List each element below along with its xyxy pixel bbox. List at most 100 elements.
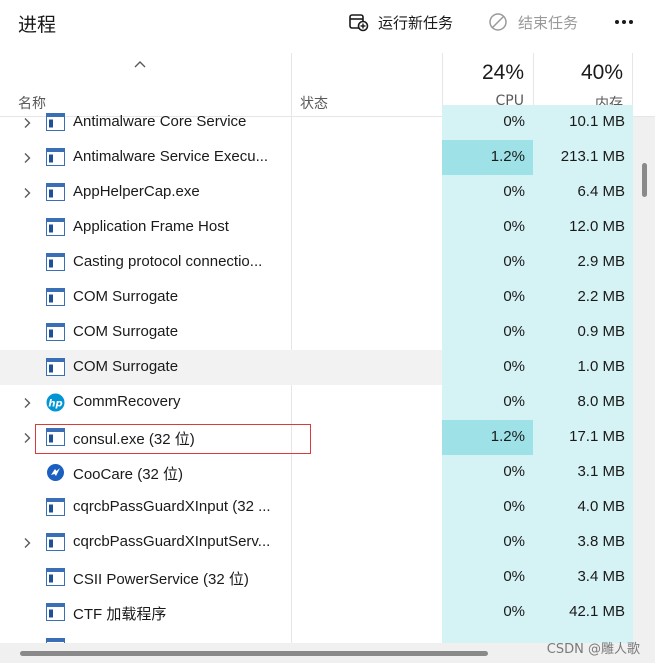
cpu-value: 0% — [503, 568, 525, 585]
cpu-cell — [442, 630, 533, 643]
cpu-cell: 0% — [442, 385, 533, 420]
process-row[interactable]: AppHelperCap.exe 0% 6.4 MB — [0, 175, 633, 210]
cpu-value: 0% — [503, 603, 525, 620]
app-window-icon — [46, 568, 65, 586]
process-row[interactable]: CooCare (32 位) 0% 3.1 MB — [0, 455, 633, 490]
cpu-value: 0% — [503, 323, 525, 340]
cpu-value: 1.2% — [490, 428, 525, 445]
cpu-value: 0% — [503, 183, 525, 200]
process-name: Antimalware Core Service — [73, 113, 247, 130]
memory-value: 2.2 MB — [577, 288, 625, 305]
process-row[interactable]: COM Surrogate 0% 0.9 MB — [0, 315, 633, 350]
cpu-cell: 0% — [442, 455, 533, 490]
app-window-icon — [46, 323, 65, 341]
memory-value: 6.4 MB — [577, 183, 625, 200]
memory-value: 1.0 MB — [577, 358, 625, 375]
process-name: AppHelperCap.exe — [73, 183, 200, 200]
chevron-right-icon[interactable] — [22, 536, 32, 548]
horizontal-scroll-thumb[interactable] — [20, 651, 488, 656]
process-name: COM Surrogate — [73, 323, 179, 340]
memory-cell: 8.0 MB — [533, 385, 633, 420]
coocare-icon — [46, 463, 65, 481]
cpu-value: 0% — [503, 463, 525, 480]
memory-cell: 6.4 MB — [533, 175, 633, 210]
chevron-right-icon[interactable] — [22, 116, 32, 128]
memory-cell: 1.0 MB — [533, 350, 633, 385]
cpu-value: 0% — [503, 533, 525, 550]
memory-cell: 3.4 MB — [533, 560, 633, 595]
memory-cell: 2.9 MB — [533, 245, 633, 280]
process-name: Casting protocol connectio... — [73, 253, 263, 270]
memory-cell: 12.0 MB — [533, 210, 633, 245]
chevron-right-icon[interactable] — [22, 151, 32, 163]
cpu-cell: 0% — [442, 280, 533, 315]
process-row[interactable]: COM Surrogate 0% 1.0 MB — [0, 350, 633, 385]
cpu-cell: 0% — [442, 595, 533, 630]
memory-value: 12.0 MB — [569, 218, 625, 235]
memory-value: 3.8 MB — [577, 533, 625, 550]
cpu-cell: 0% — [442, 350, 533, 385]
process-row[interactable]: COM Surrogate 0% 2.2 MB — [0, 280, 633, 315]
process-row[interactable]: CTF 加载程序 0% 42.1 MB — [0, 595, 633, 630]
memory-value: 213.1 MB — [560, 148, 625, 165]
more-options-icon[interactable] — [612, 10, 636, 34]
memory-value: 4.0 MB — [577, 498, 625, 515]
memory-value: 42.1 MB — [569, 603, 625, 620]
cpu-cell: 0% — [442, 210, 533, 245]
cpu-cell: 1.2% — [442, 140, 533, 175]
vertical-scrollbar[interactable] — [633, 117, 655, 643]
end-task-button[interactable]: 结束任务 — [488, 10, 578, 34]
process-row[interactable]: Application Frame Host 0% 12.0 MB — [0, 210, 633, 245]
process-row[interactable]: Casting protocol connectio... 0% 2.9 MB — [0, 245, 633, 280]
cpu-cell: 0% — [442, 245, 533, 280]
memory-cell: 4.0 MB — [533, 490, 633, 525]
cpu-cell: 0% — [442, 175, 533, 210]
app-window-icon — [46, 253, 65, 271]
process-row[interactable]: hp CommRecovery 0% 8.0 MB — [0, 385, 633, 420]
cpu-value: 0% — [503, 358, 525, 375]
run-task-label: 运行新任务 — [378, 13, 454, 32]
app-window-icon — [46, 113, 65, 131]
cpu-value: 0% — [503, 253, 525, 270]
cpu-cell: 1.2% — [442, 420, 533, 455]
process-row[interactable]: Antimalware Core Service 0% 10.1 MB — [0, 105, 633, 140]
process-name: CTF 加载程序 — [73, 606, 167, 623]
process-row[interactable]: cqrcbPassGuardXInputServ... 0% 3.8 MB — [0, 525, 633, 560]
process-row[interactable]: Antimalware Service Execu... 1.2% 213.1 MB — [0, 140, 633, 175]
chevron-right-icon[interactable] — [22, 431, 32, 443]
toolbar: 进程 运行新任务 结束任务 — [0, 0, 655, 44]
memory-cell: 42.1 MB — [533, 595, 633, 630]
app-window-icon — [46, 603, 65, 621]
process-list: Antimalware Core Service 0% 10.1 MB Antimal… — [0, 105, 655, 643]
cpu-cell: 0% — [442, 490, 533, 525]
hp-logo-icon: hp — [46, 393, 65, 412]
chevron-right-icon[interactable] — [22, 186, 32, 198]
app-window-icon — [46, 218, 65, 236]
memory-value: 2.9 MB — [577, 253, 625, 270]
process-name: cqrcbPassGuardXInput (32 ... — [73, 498, 271, 515]
vertical-scroll-thumb[interactable] — [642, 163, 647, 197]
memory-cell: 3.8 MB — [533, 525, 633, 560]
page-title: 进程 — [18, 14, 57, 36]
memory-value: 17.1 MB — [569, 428, 625, 445]
chevron-right-icon[interactable] — [22, 396, 32, 408]
end-task-label: 结束任务 — [518, 13, 579, 32]
cpu-value: 0% — [503, 498, 525, 515]
process-name: CooCare (32 位) — [73, 466, 184, 483]
process-row[interactable]: cqrcbPassGuardXInput (32 ... 0% 4.0 MB — [0, 490, 633, 525]
app-window-icon — [46, 498, 65, 516]
process-name: cqrcbPassGuardXInputServ... — [73, 533, 271, 550]
run-new-task-button[interactable]: 运行新任务 — [348, 10, 453, 34]
memory-cell: 0.9 MB — [533, 315, 633, 350]
process-name: Application Frame Host — [73, 218, 229, 235]
memory-cell: 2.2 MB — [533, 280, 633, 315]
memory-cell: 3.1 MB — [533, 455, 633, 490]
memory-value: 3.1 MB — [577, 463, 625, 480]
run-task-icon — [349, 14, 369, 32]
cpu-cell: 0% — [442, 525, 533, 560]
app-window-icon — [46, 288, 65, 306]
process-name: COM Surrogate — [73, 358, 179, 375]
process-row[interactable]: CSII PowerService (32 位) 0% 3.4 MB — [0, 560, 633, 595]
memory-value: 10.1 MB — [569, 113, 625, 130]
process-row[interactable] — [0, 630, 633, 643]
